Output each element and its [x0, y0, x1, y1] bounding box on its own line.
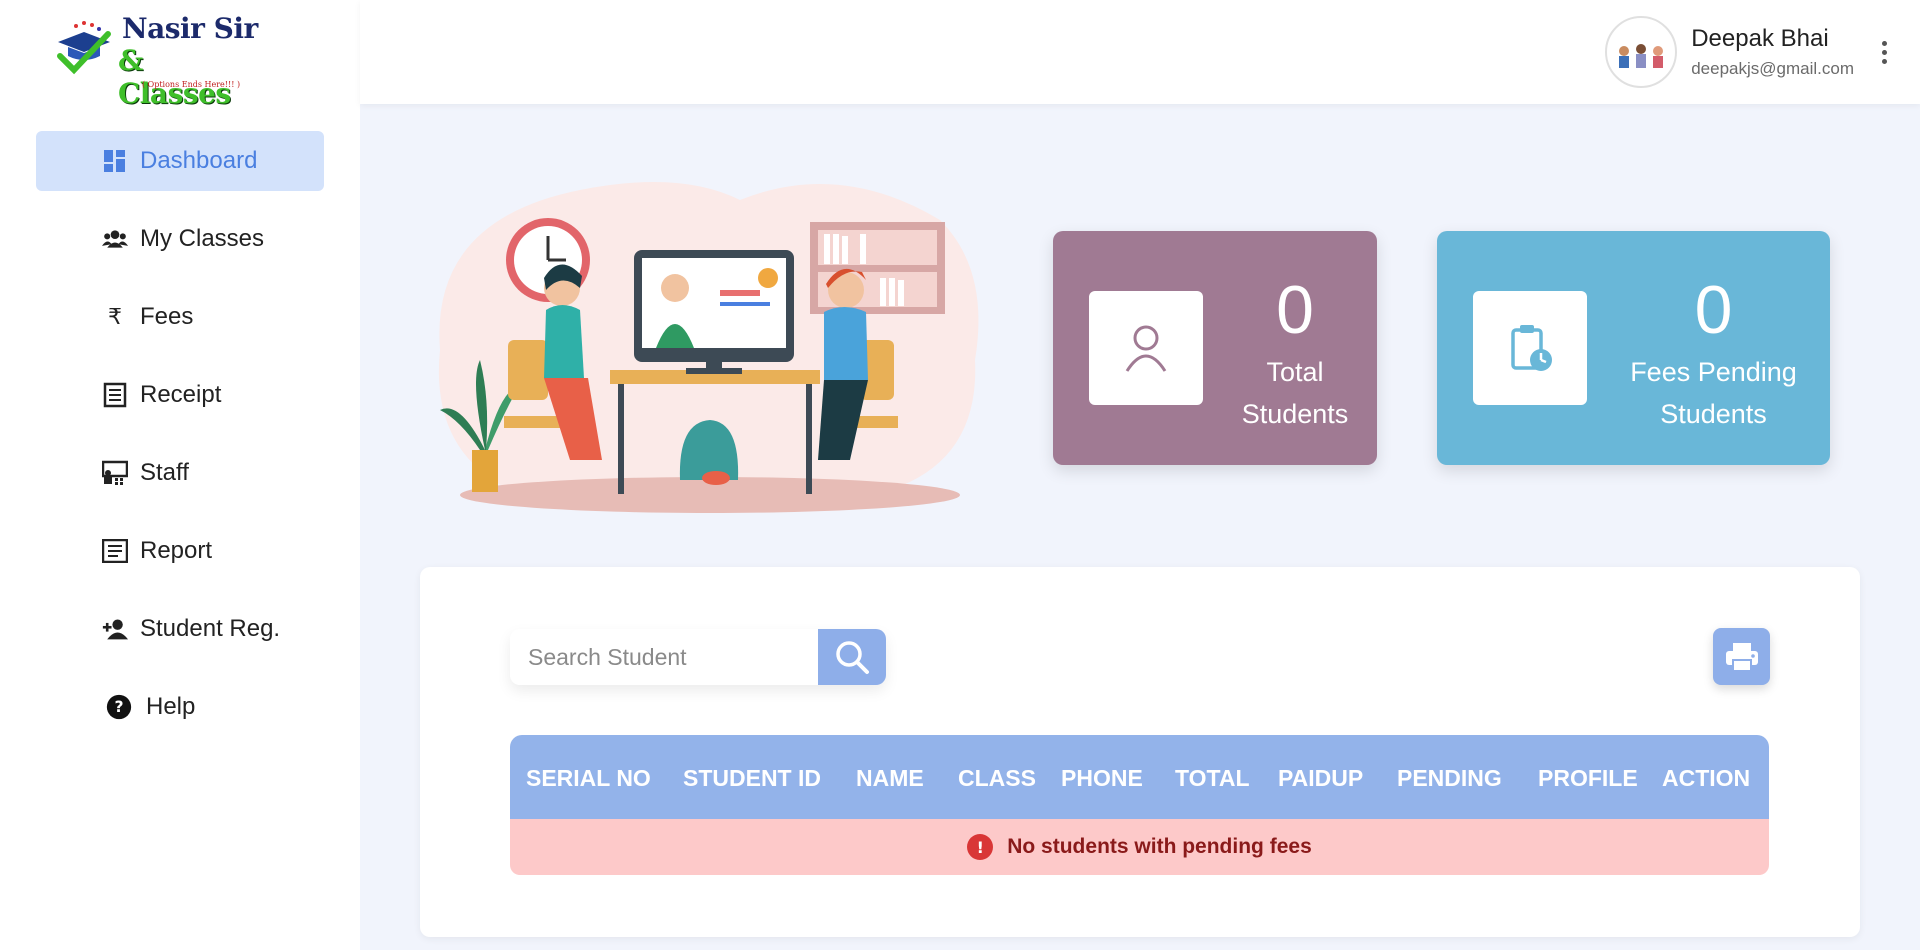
total-students-label-line2: Students	[1241, 399, 1349, 429]
sidebar-item-fees[interactable]: ₹ Fees	[36, 287, 324, 347]
sidebar-item-dashboard[interactable]: Dashboard	[36, 131, 324, 191]
empty-state-message: No students with pending fees	[1007, 835, 1312, 858]
receipt-icon	[102, 382, 128, 408]
user-outline-icon	[1089, 291, 1203, 405]
sidebar-item-label: Dashboard	[140, 147, 258, 174]
total-students-label: Total Students	[1213, 351, 1377, 435]
help-icon: ?	[106, 694, 132, 720]
column-header-action[interactable]: ACTION	[1662, 765, 1750, 792]
brand-tagline: ( Options Ends Here!!! )	[142, 80, 241, 89]
search-button[interactable]	[818, 629, 886, 685]
user-menu: Deepak Bhai deepakjs@gmail.com	[1605, 16, 1896, 88]
sidebar-item-my-classes[interactable]: My Classes	[36, 209, 324, 269]
brand-line1: Nasir Sir	[122, 12, 258, 45]
search-input[interactable]	[510, 629, 818, 685]
top-bar: Deepak Bhai deepakjs@gmail.com	[360, 0, 1920, 104]
column-header-total[interactable]: TOTAL	[1175, 765, 1250, 792]
column-header-class[interactable]: CLASS	[958, 765, 1036, 792]
sidebar-item-student-reg[interactable]: Student Reg.	[36, 599, 324, 659]
sidebar-item-label: Fees	[140, 303, 194, 330]
sidebar-item-label: Report	[140, 537, 213, 564]
search-icon	[836, 641, 869, 674]
column-header-phone[interactable]: PHONE	[1061, 765, 1143, 792]
report-icon	[102, 538, 128, 564]
sidebar-item-label: My Classes	[140, 225, 265, 252]
column-header-student-id[interactable]: STUDENT ID	[683, 765, 821, 792]
sidebar-item-label: Help	[146, 693, 196, 720]
error-icon: !	[967, 834, 994, 860]
more-options-icon[interactable]	[1872, 32, 1896, 72]
sidebar-item-label: Student Reg.	[140, 615, 281, 642]
empty-state-row: ! No students with pending fees	[510, 819, 1769, 875]
sidebar-item-receipt[interactable]: Receipt	[36, 365, 324, 425]
sidebar-item-label: Staff	[140, 459, 189, 486]
pending-fees-panel: SERIAL NO STUDENT ID NAME CLASS PHONE TO…	[420, 567, 1860, 937]
fees-pending-label: Fees Pending Students	[1597, 351, 1830, 435]
table-header: SERIAL NO STUDENT ID NAME CLASS PHONE TO…	[510, 735, 1769, 819]
rupee-icon: ₹	[108, 304, 122, 330]
brand-logo[interactable]: Nasir Sir & Classes ( Options Ends Here!…	[54, 12, 264, 110]
total-students-count: 0	[1276, 272, 1314, 348]
column-header-name[interactable]: NAME	[856, 765, 924, 792]
sidebar-item-label: Receipt	[140, 381, 222, 408]
fees-pending-card[interactable]: 0 Fees Pending Students	[1437, 231, 1830, 465]
dashboard-icon	[102, 148, 128, 174]
column-header-profile[interactable]: PROFILE	[1538, 765, 1638, 792]
column-header-paidup[interactable]: PAIDUP	[1278, 765, 1363, 792]
avatar[interactable]	[1605, 16, 1678, 88]
graduation-cap-icon	[57, 21, 111, 75]
classroom-illustration	[438, 182, 979, 513]
staff-icon	[102, 460, 128, 486]
fees-pending-count: 0	[1694, 272, 1733, 348]
column-header-serial-no[interactable]: SERIAL NO	[526, 765, 651, 792]
total-students-card[interactable]: 0 Total Students	[1053, 231, 1377, 465]
clipboard-clock-icon	[1473, 291, 1587, 405]
column-header-pending[interactable]: PENDING	[1397, 765, 1502, 792]
printer-icon	[1725, 642, 1758, 672]
add-user-icon	[102, 616, 128, 642]
user-name: Deepak Bhai	[1691, 25, 1829, 52]
fees-pending-label-line2: Students	[1660, 399, 1767, 429]
sidebar-item-help[interactable]: ? Help	[36, 677, 324, 737]
svg-text:?: ?	[114, 698, 123, 716]
search-bar	[510, 629, 886, 685]
sidebar-item-report[interactable]: Report	[36, 521, 324, 581]
users-icon	[102, 226, 128, 252]
user-email: deepakjs@gmail.com	[1691, 59, 1854, 78]
total-students-label-line1: Total	[1266, 357, 1324, 387]
sidebar-item-staff[interactable]: Staff	[36, 443, 324, 503]
print-button[interactable]	[1713, 628, 1770, 685]
sidebar-nav: Dashboard My Classes ₹ Fees Receipt Staf…	[36, 131, 324, 755]
brand-line2: & Classes	[118, 44, 231, 110]
fees-pending-label-line1: Fees Pending	[1630, 357, 1797, 387]
sidebar: Nasir Sir & Classes ( Options Ends Here!…	[0, 0, 360, 950]
